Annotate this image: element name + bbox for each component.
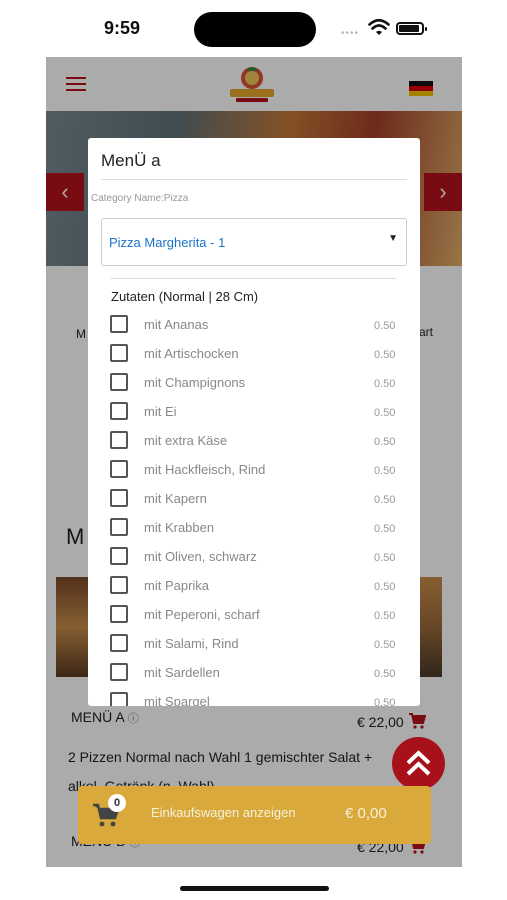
status-time: 9:59 bbox=[104, 18, 141, 38]
checkbox[interactable] bbox=[110, 489, 128, 507]
checkbox[interactable] bbox=[110, 518, 128, 536]
ingredient-price: 0.50 bbox=[374, 407, 396, 419]
pizza-select-value: Pizza Margherita - 1 bbox=[109, 235, 226, 250]
ingredient-name: mit Hackfleisch, Rind bbox=[144, 462, 266, 477]
ingredients-heading: Zutaten (Normal | 28 Cm) bbox=[111, 289, 259, 304]
modal-title: MenÜ a bbox=[101, 151, 161, 170]
ingredient-price: 0.50 bbox=[374, 465, 396, 477]
ingredient-option[interactable]: mit extra Käse 0.50 bbox=[110, 431, 400, 460]
ingredient-name: mit Artischocken bbox=[144, 346, 239, 361]
ingredient-price: 0.50 bbox=[374, 610, 396, 622]
ingredient-name: mit Sardellen bbox=[144, 665, 220, 680]
ingredient-name: mit Ei bbox=[144, 404, 177, 419]
ingredient-option[interactable]: mit Spargel 0.50 bbox=[110, 692, 400, 706]
ingredient-price: 0.50 bbox=[374, 320, 396, 332]
ingredient-option[interactable]: mit Oliven, schwarz 0.50 bbox=[110, 547, 400, 576]
ingredient-price: 0.50 bbox=[374, 523, 396, 535]
ingredient-name: mit Peperoni, scharf bbox=[144, 607, 260, 622]
view-cart-label: Einkaufswagen anzeigen bbox=[151, 805, 296, 820]
ingredient-option[interactable]: mit Champignons 0.50 bbox=[110, 373, 400, 402]
menu-options-modal: MenÜ a Category Name:Pizza Pizza Margher… bbox=[88, 138, 420, 706]
ingredient-price: 0.50 bbox=[374, 552, 396, 564]
ingredient-name: mit Spargel bbox=[144, 694, 210, 706]
ingredient-name: mit Ananas bbox=[144, 317, 209, 332]
ingredient-price: 0.50 bbox=[374, 378, 396, 390]
ingredient-option[interactable]: mit Artischocken 0.50 bbox=[110, 344, 400, 373]
cart-count-badge: 0 bbox=[108, 794, 126, 812]
checkbox[interactable] bbox=[110, 547, 128, 565]
battery-icon bbox=[396, 22, 427, 35]
ingredient-option[interactable]: mit Peperoni, scharf 0.50 bbox=[110, 605, 400, 634]
ingredient-name: mit extra Käse bbox=[144, 433, 228, 448]
checkbox[interactable] bbox=[110, 402, 128, 420]
ingredient-price: 0.50 bbox=[374, 436, 396, 448]
ingredient-name: mit Krabben bbox=[144, 520, 215, 535]
scroll-top-button[interactable] bbox=[392, 737, 445, 790]
caret-down-icon: ▼ bbox=[388, 233, 398, 244]
double-chevron-up-icon bbox=[406, 750, 431, 776]
ingredient-name: mit Champignons bbox=[144, 375, 246, 390]
ingredient-price: 0.50 bbox=[374, 697, 396, 706]
ingredient-price: 0.50 bbox=[374, 494, 396, 506]
checkbox[interactable] bbox=[110, 373, 128, 391]
divider bbox=[101, 179, 407, 180]
home-indicator bbox=[180, 886, 329, 891]
ingredient-option[interactable]: mit Salami, Rind 0.50 bbox=[110, 634, 400, 663]
ingredient-option[interactable]: mit Ananas 0.50 bbox=[110, 315, 400, 344]
checkbox[interactable] bbox=[110, 431, 128, 449]
view-cart-bar[interactable]: 0 Einkaufswagen anzeigen € 0,00 bbox=[78, 786, 431, 844]
checkbox[interactable] bbox=[110, 605, 128, 623]
checkbox[interactable] bbox=[110, 576, 128, 594]
ingredient-price: 0.50 bbox=[374, 581, 396, 593]
ingredient-price: 0.50 bbox=[374, 639, 396, 651]
ingredient-option[interactable]: mit Krabben 0.50 bbox=[110, 518, 400, 547]
divider bbox=[110, 278, 396, 279]
wifi-icon bbox=[368, 18, 390, 35]
ingredient-option[interactable]: mit Hackfleisch, Rind 0.50 bbox=[110, 460, 400, 489]
ingredient-option[interactable]: mit Kapern 0.50 bbox=[110, 489, 400, 518]
dynamic-island bbox=[194, 12, 316, 47]
phone-screen: 9:59 •••• ‹ › M art M MENÜ A ⓘ € 22,00 2… bbox=[0, 0, 507, 900]
status-bar: 9:59 •••• bbox=[0, 0, 507, 58]
ingredient-option[interactable]: mit Ei 0.50 bbox=[110, 402, 400, 431]
ingredient-name: mit Paprika bbox=[144, 578, 210, 593]
checkbox[interactable] bbox=[110, 315, 128, 333]
ingredient-option[interactable]: mit Paprika 0.50 bbox=[110, 576, 400, 605]
checkbox[interactable] bbox=[110, 460, 128, 478]
checkbox[interactable] bbox=[110, 663, 128, 681]
checkbox[interactable] bbox=[110, 634, 128, 652]
ingredient-price: 0.50 bbox=[374, 668, 396, 680]
category-name: Category Name:Pizza bbox=[91, 193, 189, 204]
ingredient-price: 0.50 bbox=[374, 349, 396, 361]
checkbox[interactable] bbox=[110, 344, 128, 362]
cart-total: € 0,00 bbox=[345, 805, 387, 822]
ingredient-name: mit Salami, Rind bbox=[144, 636, 239, 651]
pizza-select[interactable]: Pizza Margherita - 1 ▼ bbox=[101, 218, 407, 266]
ingredient-option[interactable]: mit Sardellen 0.50 bbox=[110, 663, 400, 692]
checkbox[interactable] bbox=[110, 692, 128, 706]
signal-icon: •••• bbox=[341, 28, 360, 39]
ingredient-name: mit Kapern bbox=[144, 491, 207, 506]
ingredient-name: mit Oliven, schwarz bbox=[144, 549, 257, 564]
